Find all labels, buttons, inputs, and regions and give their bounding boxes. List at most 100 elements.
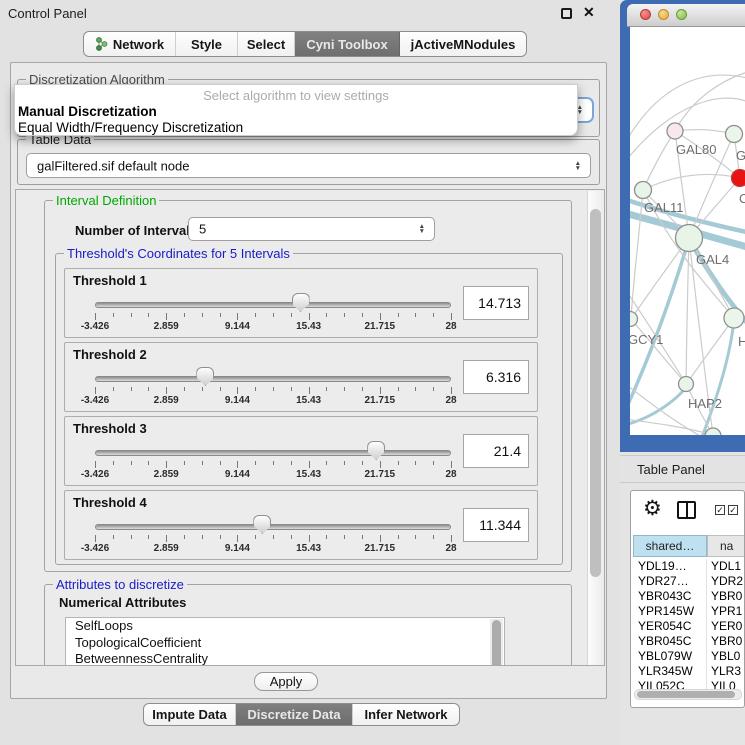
- popup-option-manual-discretization[interactable]: Manual Discretization: [18, 104, 157, 119]
- table-row[interactable]: YDR27…YDR2: [633, 574, 745, 589]
- threshold-1-slider-track[interactable]: [95, 302, 451, 308]
- cell: YDL1: [707, 559, 745, 574]
- threshold-1-value-field[interactable]: 14.713: [463, 286, 529, 320]
- vertical-scrollbar[interactable]: [587, 191, 603, 665]
- table-row[interactable]: YBR043CYBR0: [633, 589, 745, 604]
- threshold-3-label: Threshold 3: [73, 421, 147, 436]
- cell: YBL079W: [633, 649, 707, 664]
- threshold-3-slider-thumb[interactable]: [367, 441, 385, 460]
- close-icon[interactable]: ✕: [583, 4, 595, 21]
- network-node-red[interactable]: [732, 170, 745, 187]
- cell: YBR0: [707, 589, 745, 604]
- list-item[interactable]: TopologicalCoefficient: [66, 635, 504, 652]
- threshold-4-slider-thumb[interactable]: [253, 515, 271, 534]
- node-label-gal4: GAL4: [696, 252, 729, 267]
- tab-impute-data[interactable]: Impute Data: [144, 704, 236, 725]
- combo-stepper-icon: ▲▼: [419, 224, 425, 234]
- threshold-3-slider-track[interactable]: [95, 450, 451, 456]
- network-node[interactable]: [705, 428, 721, 435]
- algorithm-dropdown-popup: Select algorithm to view settings Manual…: [14, 84, 578, 136]
- tab-discretize-data[interactable]: Discretize Data: [236, 704, 353, 725]
- horizontal-scrollbar[interactable]: [634, 689, 742, 700]
- threshold-coordinates-label: Threshold's Coordinates for 5 Intervals: [64, 246, 293, 261]
- split-columns-icon[interactable]: [677, 501, 696, 519]
- zoom-traffic-light-icon[interactable]: [676, 9, 687, 20]
- threshold-2-box: Threshold 2 -3.4262.8599.14415.4321.7152…: [64, 342, 538, 412]
- table-panel: ⚙ ✓ ✓ shared… na YDL19…YDL1 YDR27…YDR2 Y…: [630, 490, 745, 708]
- screen: Control Panel ✕ Network Style Sel: [0, 0, 745, 745]
- tab-jactivemnodules[interactable]: jActiveMNodules: [400, 32, 526, 56]
- table-row[interactable]: YDL19…YDL1: [633, 559, 745, 574]
- attributes-group: Attributes to discretize Numerical Attri…: [44, 584, 572, 666]
- table-header-row: shared… na: [631, 535, 745, 557]
- table-row[interactable]: YBR045CYBR0: [633, 634, 745, 649]
- network-node-gcy1[interactable]: [630, 312, 638, 327]
- table-row[interactable]: YBL079WYBL0: [633, 649, 745, 664]
- tab-select[interactable]: Select: [238, 32, 295, 56]
- float-window-icon[interactable]: [561, 8, 572, 19]
- threshold-4-slider-track[interactable]: [95, 524, 451, 530]
- threshold-2-slider-thumb[interactable]: [196, 367, 214, 386]
- node-label-partial-g: GA: [736, 148, 745, 163]
- apply-button[interactable]: Apply: [254, 672, 318, 691]
- list-item[interactable]: SelfLoops: [66, 618, 504, 635]
- network-node-hap2[interactable]: [679, 377, 694, 392]
- attributes-group-label: Attributes to discretize: [53, 577, 187, 592]
- table-row[interactable]: YPR145WYPR1: [633, 604, 745, 619]
- slider-ticks: [95, 535, 451, 542]
- network-node-gal4[interactable]: [676, 225, 703, 252]
- gear-icon[interactable]: ⚙: [643, 498, 662, 519]
- network-node-h[interactable]: [724, 308, 744, 328]
- scrollbar-thumb[interactable]: [590, 209, 601, 577]
- scrollbar-thumb[interactable]: [637, 691, 735, 698]
- cell: YBR045C: [633, 634, 707, 649]
- close-traffic-light-icon[interactable]: [640, 9, 651, 20]
- network-canvas-wrap: GAL80 GA C GAL11 GAL4 GCY1 H HAP2: [630, 27, 745, 435]
- node-label-partial-c: C: [739, 191, 745, 206]
- tab-infer-network[interactable]: Infer Network: [353, 704, 459, 725]
- threshold-1-slider-thumb[interactable]: [292, 293, 310, 312]
- column-header-name[interactable]: na: [707, 535, 745, 557]
- tab-network[interactable]: Network: [84, 32, 176, 56]
- number-of-intervals-combobox[interactable]: 5 ▲▼: [188, 217, 435, 241]
- network-node-gal80[interactable]: [667, 123, 683, 139]
- minimize-traffic-light-icon[interactable]: [658, 9, 669, 20]
- cell: YLR345W: [633, 664, 707, 679]
- threshold-1-label: Threshold 1: [73, 273, 147, 288]
- interval-definition-label: Interval Definition: [53, 193, 159, 208]
- number-of-intervals-label: Number of Intervals: [75, 223, 197, 238]
- tab-cyni-toolbox[interactable]: Cyni Toolbox: [295, 32, 400, 56]
- threshold-3-value-field[interactable]: 21.4: [463, 434, 529, 468]
- number-of-intervals-value: 5: [199, 222, 206, 237]
- column-header-shared-name[interactable]: shared…: [633, 535, 707, 557]
- tab-style[interactable]: Style: [176, 32, 238, 56]
- cell: YDL19…: [633, 559, 707, 574]
- network-node[interactable]: [726, 126, 743, 143]
- network-window-titlebar[interactable]: [627, 4, 745, 27]
- combo-stepper-icon: ▲▼: [575, 161, 581, 171]
- threshold-2-value-field[interactable]: 6.316: [463, 360, 529, 394]
- popup-option-equal-width[interactable]: Equal Width/Frequency Discretization: [18, 120, 243, 135]
- threshold-2-slider-track[interactable]: [95, 376, 451, 382]
- numerical-attributes-list[interactable]: SelfLoops TopologicalCoefficient Between…: [65, 617, 505, 666]
- popup-placeholder-option[interactable]: Select algorithm to view settings: [15, 88, 577, 103]
- network-node-gal11[interactable]: [635, 182, 652, 199]
- select-columns-icon[interactable]: ✓ ✓: [715, 505, 738, 515]
- list-scrollbar[interactable]: [490, 619, 503, 666]
- threshold-1-box: Threshold 1 -3.4262.8599.14415.4321.7152…: [64, 268, 538, 338]
- table-row[interactable]: YLR345WYLR3: [633, 664, 745, 679]
- table-data-selected-value: galFiltered.sif default node: [37, 158, 189, 173]
- top-tabbar: Network Style Select Cyni Toolbox jActiv…: [83, 31, 527, 57]
- node-label-gal80: GAL80: [676, 142, 716, 157]
- table-row[interactable]: YER054CYER0: [633, 619, 745, 634]
- checkbox-icon: ✓: [728, 505, 738, 515]
- network-canvas[interactable]: GAL80 GA C GAL11 GAL4 GCY1 H HAP2: [630, 27, 745, 435]
- list-item[interactable]: BetweennessCentrality: [66, 651, 504, 666]
- numerical-attributes-label: Numerical Attributes: [59, 595, 186, 610]
- threshold-4-box: Threshold 4 -3.4262.8599.14415.4321.7152…: [64, 490, 538, 560]
- table-panel-title: Table Panel: [637, 462, 705, 477]
- threshold-4-value-field[interactable]: 11.344: [463, 508, 529, 542]
- tab-network-label: Network: [113, 37, 164, 52]
- table-data-combobox[interactable]: galFiltered.sif default node ▲▼: [26, 153, 591, 178]
- interval-definition-group: Interval Definition Number of Intervals …: [44, 200, 572, 572]
